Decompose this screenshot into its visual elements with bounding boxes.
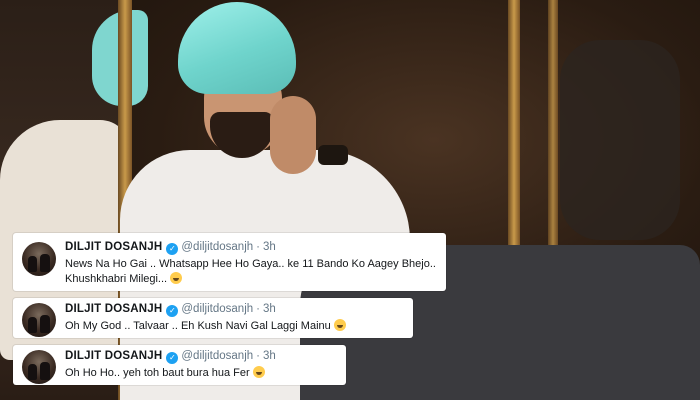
user-handle[interactable]: @diljitdosanjh [181,241,253,253]
user-handle[interactable]: @diljitdosanjh [181,303,253,315]
verified-badge-icon: ✓ [166,243,179,255]
tweet-text-line: Oh Ho Ho.. yeh toh baut bura hua Fer [65,367,250,379]
rolling-laughing-emoji-icon [170,272,183,284]
timestamp[interactable]: 3h [263,303,276,315]
user-handle[interactable]: @diljitdosanjh [181,350,253,362]
display-name[interactable]: DILJIT DOSANJH [65,241,162,253]
timestamp[interactable]: 3h [263,241,276,253]
tweet-header: DILJIT DOSANJH ✓ @diljitdosanjh · 3h [65,241,276,255]
tweet-text-line: News Na Ho Gai .. Whatsapp Hee Ho Gaya..… [65,258,436,270]
tweet-text: Oh My God .. Talvaar .. Eh Kush Navi Gal… [65,319,346,334]
tweet-text: Oh Ho Ho.. yeh toh baut bura hua Fer [65,366,265,381]
hand [270,96,316,174]
wrist-watch [318,145,348,165]
background-photo [0,0,700,400]
turban [178,2,296,94]
avatar[interactable] [22,242,56,276]
tweet-text: News Na Ho Gai .. Whatsapp Hee Ho Gaya..… [65,257,436,287]
verified-badge-icon: ✓ [166,305,179,317]
separator-dot: · [256,350,260,362]
display-name[interactable]: DILJIT DOSANJH [65,350,162,362]
tweet-card[interactable]: DILJIT DOSANJH ✓ @diljitdosanjh · 3h Oh Ho H… [13,345,346,385]
timestamp[interactable]: 3h [263,350,276,362]
tweet-header: DILJIT DOSANJH ✓ @diljitdosanjh · 3h [65,303,276,317]
display-name[interactable]: DILJIT DOSANJH [65,303,162,315]
tweet-header: DILJIT DOSANJH ✓ @diljitdosanjh · 3h [65,350,276,364]
avatar[interactable] [22,303,56,337]
tweet-card[interactable]: DILJIT DOSANJH ✓ @diljitdosanjh · 3h News Na… [13,233,446,291]
avatar[interactable] [22,350,56,384]
tweet-text-line: Khushkhabri Milegi... [65,273,168,285]
separator-dot: · [256,303,260,315]
tweet-card[interactable]: DILJIT DOSANJH ✓ @diljitdosanjh · 3h Oh My G… [13,298,413,338]
verified-badge-icon: ✓ [166,352,179,364]
rolling-laughing-emoji-icon [333,319,346,331]
chair [560,40,680,240]
tweet-text-line: Oh My God .. Talvaar .. Eh Kush Navi Gal… [65,320,331,332]
separator-dot: · [256,241,260,253]
rolling-laughing-emoji-icon [252,366,265,378]
